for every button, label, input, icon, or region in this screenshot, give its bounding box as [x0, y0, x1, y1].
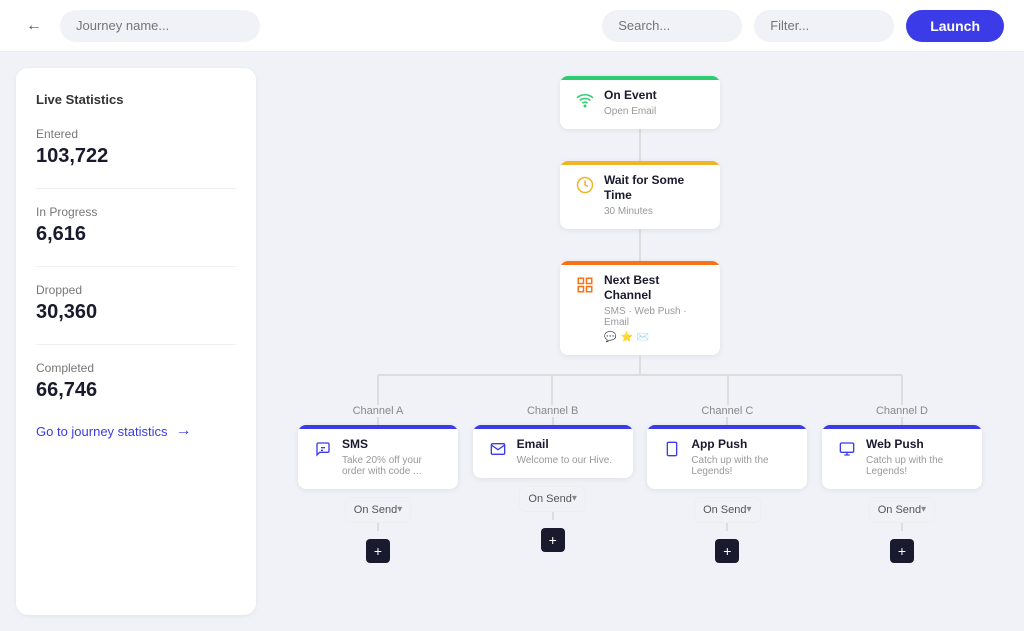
- next-best-sub: SMS · Web Push · Email: [604, 306, 706, 328]
- launch-button[interactable]: Launch: [906, 10, 1004, 42]
- stat-completed: Completed 66,746: [36, 361, 236, 402]
- stat-in-progress: In Progress 6,616: [36, 205, 236, 246]
- sms-on-send[interactable]: On Send ▾: [345, 497, 411, 523]
- email-channel-card[interactable]: Email Welcome to our Hive.: [473, 425, 633, 478]
- app-push-icon: [661, 438, 683, 460]
- search-input[interactable]: [602, 10, 742, 42]
- web-push-icon: [836, 438, 858, 460]
- email-title: Email: [517, 437, 612, 453]
- channel-a-label: Channel A: [298, 405, 458, 417]
- wait-sub: 30 Minutes: [604, 206, 706, 217]
- channel-c-label: Channel C: [647, 405, 807, 417]
- connector-2: [639, 229, 641, 261]
- web-push-on-send[interactable]: On Send ▾: [869, 497, 935, 523]
- branch-channel-d: Channel D Web: [822, 405, 982, 563]
- web-push-channel-card[interactable]: Web Push Catch up with the Legends!: [822, 425, 982, 489]
- arrow-right-icon: →: [176, 422, 192, 440]
- branch-channel-b: Channel B Email: [473, 405, 633, 563]
- sms-on-send-label: On Send: [354, 504, 397, 516]
- filter-input[interactable]: [754, 10, 894, 42]
- journey-stats-link[interactable]: Go to journey statistics →: [36, 422, 236, 440]
- next-best-icon: [574, 274, 596, 296]
- branch-channel-c: Channel C App Push: [647, 405, 807, 563]
- stat-dropped: Dropped 30,360: [36, 283, 236, 324]
- email-sub: Welcome to our Hive.: [517, 455, 612, 466]
- sidebar: Live Statistics Entered 103,722 In Progr…: [16, 68, 256, 615]
- app-push-channel-card[interactable]: App Push Catch up with the Legends!: [647, 425, 807, 489]
- flow-canvas: On Event Open Email W: [256, 52, 1024, 631]
- sms-title: SMS: [342, 437, 444, 453]
- email-channel-icon: ✉️: [637, 332, 649, 343]
- email-on-send[interactable]: On Send ▾: [519, 486, 585, 512]
- in-progress-label: In Progress: [36, 205, 236, 219]
- web-push-add-button[interactable]: +: [890, 539, 914, 563]
- app-push-sub: Catch up with the Legends!: [691, 455, 793, 477]
- on-event-icon: [574, 89, 596, 111]
- dropped-label: Dropped: [36, 283, 236, 297]
- on-event-title: On Event: [604, 88, 657, 104]
- stat-entered: Entered 103,722: [36, 127, 236, 168]
- email-on-send-label: On Send: [528, 493, 571, 505]
- app-push-title: App Push: [691, 437, 793, 453]
- app-push-add-button[interactable]: +: [715, 539, 739, 563]
- sms-sub: Take 20% off your order with code ...: [342, 455, 444, 477]
- web-push-title: Web Push: [866, 437, 968, 453]
- email-add-button[interactable]: +: [541, 528, 565, 552]
- wait-title: Wait for Some Time: [604, 173, 706, 204]
- push-channel-icon: ⭐: [620, 332, 632, 343]
- on-event-sub: Open Email: [604, 106, 657, 117]
- branch-lines: [290, 355, 990, 405]
- sidebar-title: Live Statistics: [36, 92, 236, 107]
- email-on-send-chevron: ▾: [572, 493, 577, 504]
- back-button[interactable]: ←: [20, 12, 48, 40]
- next-best-channel-node[interactable]: Next Best Channel SMS · Web Push · Email…: [560, 261, 720, 355]
- header: ← Launch: [0, 0, 1024, 52]
- branch-channel-a: Channel A SMS: [298, 405, 458, 563]
- channel-d-label: Channel D: [822, 405, 982, 417]
- connector-1: [639, 129, 641, 161]
- entered-label: Entered: [36, 127, 236, 141]
- sms-on-send-chevron: ▾: [397, 504, 402, 515]
- on-event-node[interactable]: On Event Open Email: [560, 76, 720, 129]
- journey-link-text: Go to journey statistics: [36, 424, 168, 439]
- journey-name-input[interactable]: [60, 10, 260, 42]
- sms-channel-card[interactable]: SMS Take 20% off your order with code ..…: [298, 425, 458, 489]
- channel-icons-row: 💬 ⭐ ✉️: [604, 332, 706, 343]
- dropped-value: 30,360: [36, 301, 236, 324]
- in-progress-value: 6,616: [36, 223, 236, 246]
- completed-label: Completed: [36, 361, 236, 375]
- email-icon: [487, 438, 509, 460]
- app-push-on-send-chevron: ▾: [747, 504, 752, 515]
- sms-add-button[interactable]: +: [366, 539, 390, 563]
- wait-node[interactable]: Wait for Some Time 30 Minutes: [560, 161, 720, 229]
- next-best-title: Next Best Channel: [604, 273, 706, 304]
- web-push-on-send-label: On Send: [878, 504, 921, 516]
- sms-icon: [312, 438, 334, 460]
- main-layout: Live Statistics Entered 103,722 In Progr…: [0, 52, 1024, 631]
- web-push-on-send-chevron: ▾: [921, 504, 926, 515]
- web-push-sub: Catch up with the Legends!: [866, 455, 968, 477]
- branches-container: Channel A SMS: [290, 405, 990, 563]
- flow-diagram: On Event Open Email W: [272, 68, 1008, 563]
- sms-channel-icon: 💬: [604, 332, 616, 343]
- app-push-on-send[interactable]: On Send ▾: [694, 497, 760, 523]
- app-push-on-send-label: On Send: [703, 504, 746, 516]
- channel-b-label: Channel B: [473, 405, 633, 417]
- completed-value: 66,746: [36, 379, 236, 402]
- wait-icon: [574, 174, 596, 196]
- entered-value: 103,722: [36, 145, 236, 168]
